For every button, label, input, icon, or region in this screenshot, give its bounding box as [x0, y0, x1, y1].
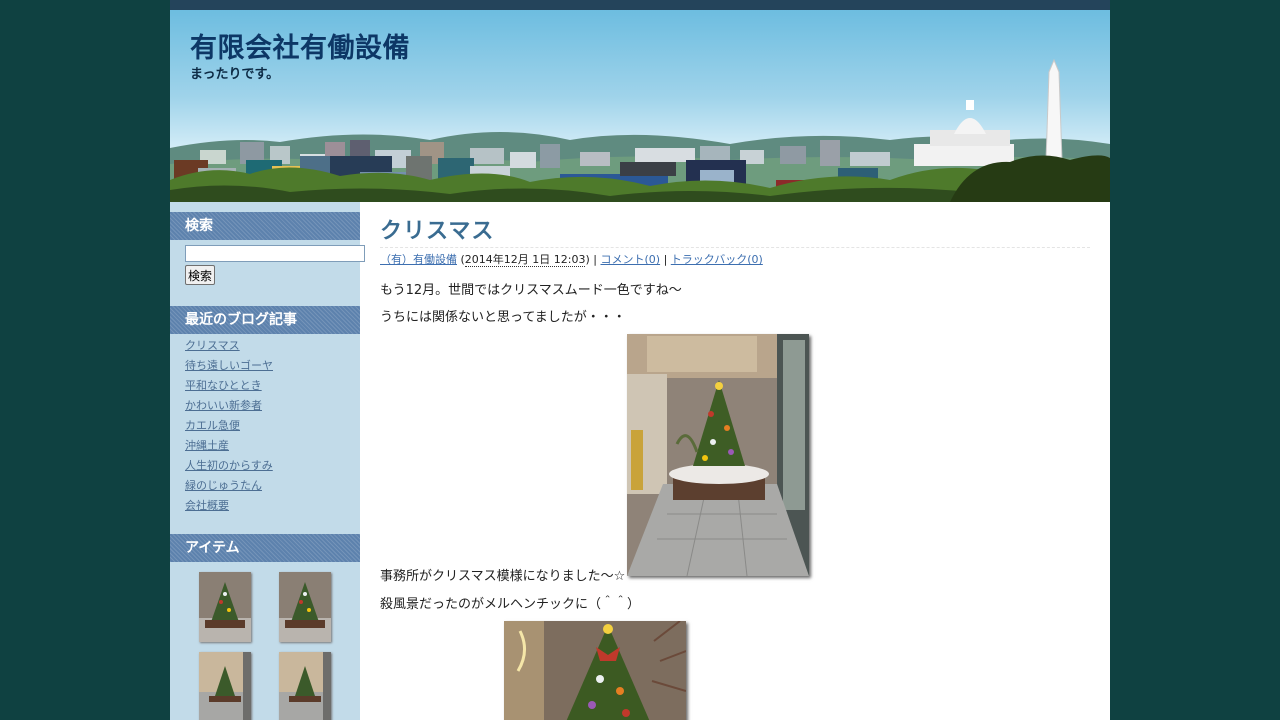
meta-separator: | — [663, 253, 671, 266]
comments-link[interactable]: コメント(0) — [600, 253, 660, 266]
trackbacks-link[interactable]: トラックバック(0) — [671, 253, 763, 266]
post-paragraph: うちには関係ないと思ってましたが・・・ — [380, 310, 626, 325]
search-input[interactable] — [185, 245, 365, 262]
post-title[interactable]: クリスマス — [380, 213, 494, 245]
item-thumbnail[interactable] — [199, 572, 251, 642]
recent-post-link[interactable]: 緑のじゅうたん — [185, 479, 262, 492]
list-item: クリスマス — [185, 339, 273, 359]
recent-post-link[interactable]: カエル急便 — [185, 419, 240, 432]
list-item: 人生初のからすみ — [185, 459, 273, 479]
sidebar: 検索 検索 最近のブログ記事 クリスマス 待ち遠しいゴーヤ 平和なひととき かわ… — [170, 202, 365, 720]
post-meta: （有）有働設備 (2014年12月 1日 12:03) | コメント(0) | … — [380, 251, 763, 267]
recent-post-link[interactable]: 平和なひととき — [185, 379, 262, 392]
author-link[interactable]: （有）有働設備 — [380, 253, 457, 266]
list-item: カエル急便 — [185, 419, 273, 439]
post-paragraph: 事務所がクリスマス模様になりました～☆ — [380, 569, 626, 584]
list-item: かわいい新参者 — [185, 399, 273, 419]
recent-posts-list: クリスマス 待ち遠しいゴーヤ 平和なひととき かわいい新参者 カエル急便 沖縄土… — [185, 339, 273, 519]
top-bar — [170, 0, 1110, 10]
list-item: 沖縄土産 — [185, 439, 273, 459]
recent-post-link[interactable]: 沖縄土産 — [185, 439, 229, 452]
list-item: 緑のじゅうたん — [185, 479, 273, 499]
recent-posts-heading: 最近のブログ記事 — [170, 306, 360, 334]
search-button[interactable]: 検索 — [185, 265, 216, 285]
recent-post-link[interactable]: 会社概要 — [185, 499, 229, 512]
recent-post-link[interactable]: クリスマス — [185, 339, 240, 352]
christmas-tree-photo[interactable] — [627, 334, 809, 576]
search-heading: 検索 — [170, 212, 360, 240]
site-title[interactable]: 有限会社有働設備 — [190, 26, 410, 65]
title-divider — [380, 247, 1090, 248]
recent-post-link[interactable]: 人生初のからすみ — [185, 459, 273, 472]
christmas-tree-closeup-photo[interactable] — [504, 621, 686, 720]
item-thumbnail[interactable] — [279, 652, 331, 720]
list-item: 会社概要 — [185, 499, 273, 519]
site-header: 有限会社有働設備 まったりです。 — [170, 10, 1110, 202]
item-thumbnail[interactable] — [279, 572, 331, 642]
site-description: まったりです。 — [190, 67, 280, 82]
page-container: 有限会社有働設備 まったりです。 検索 検索 最近のブログ記事 クリスマス 待ち… — [170, 0, 1110, 720]
post-date: 2014年12月 1日 12:03 — [464, 253, 586, 267]
post-paragraph: もう12月。世間ではクリスマスムード一色ですね～ — [380, 283, 682, 298]
items-heading: アイテム — [170, 534, 360, 562]
list-item: 平和なひととき — [185, 379, 273, 399]
recent-post-link[interactable]: 待ち遠しいゴーヤ — [185, 359, 273, 372]
list-item: 待ち遠しいゴーヤ — [185, 359, 273, 379]
recent-post-link[interactable]: かわいい新参者 — [185, 399, 262, 412]
meta-separator: ) | — [585, 253, 601, 266]
item-thumbnail[interactable] — [199, 652, 251, 720]
main-content: クリスマス （有）有働設備 (2014年12月 1日 12:03) | コメント… — [380, 202, 1090, 720]
post-paragraph: 殺風景だったのがメルヘンチックに（＾＾） — [380, 597, 641, 612]
